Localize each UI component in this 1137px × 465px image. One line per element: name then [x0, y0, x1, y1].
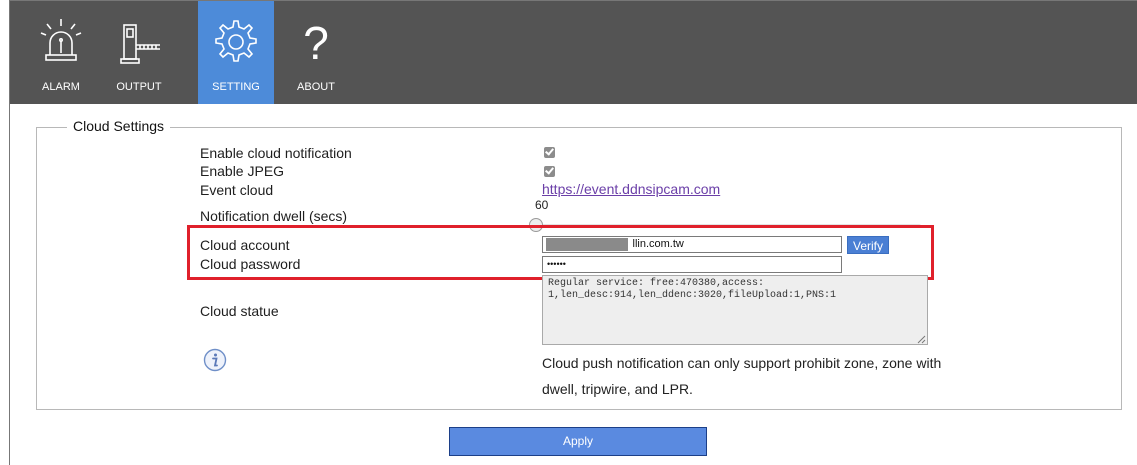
enable-cloud-notification-label: Enable cloud notification: [200, 145, 352, 161]
gear-icon: [215, 20, 257, 62]
enable-jpeg-label: Enable JPEG: [200, 163, 285, 179]
cloud-settings-legend: Cloud Settings: [67, 118, 171, 134]
alarm-siren-icon: [40, 19, 82, 61]
barrier-gate-icon: [120, 24, 160, 64]
info-icon: [203, 348, 227, 372]
nav-label-output: OUTPUT: [116, 81, 162, 93]
cloud-status-textarea[interactable]: Regular service: free:470380,access: 1,l…: [542, 275, 928, 345]
nav-label-alarm: ALARM: [42, 81, 80, 93]
nav-label-about: ABOUT: [297, 81, 335, 93]
nav-item-setting[interactable]: SETTING: [198, 1, 274, 104]
nav-item-alarm[interactable]: ALARM: [30, 1, 92, 104]
nav-item-output[interactable]: OUTPUT: [108, 1, 170, 104]
cloud-push-note-line1: Cloud push notification can only support…: [542, 355, 942, 371]
resize-handle-icon[interactable]: [917, 335, 926, 344]
event-cloud-label: Event cloud: [200, 182, 274, 198]
event-cloud-link[interactable]: https://event.ddnsipcam.com: [542, 181, 720, 197]
question-mark-icon: ?: [303, 17, 329, 69]
cloud-push-note-line2: dwell, tripwire, and LPR.: [542, 381, 693, 397]
enable-cloud-notification-checkbox[interactable]: [544, 147, 555, 158]
highlight-box: [187, 225, 934, 280]
enable-jpeg-checkbox[interactable]: [544, 166, 555, 177]
apply-button[interactable]: Apply: [449, 427, 707, 456]
top-nav: ALARM OUTPUT SETTING ? ABOUT: [10, 1, 1137, 104]
nav-item-about[interactable]: ? ABOUT: [285, 1, 347, 104]
nav-label-setting: SETTING: [212, 81, 260, 93]
cloud-status-label: Cloud statue: [200, 303, 279, 319]
notification-dwell-value: 60: [535, 198, 549, 212]
notification-dwell-label: Notification dwell (secs): [200, 208, 348, 224]
svg-text:?: ?: [303, 17, 329, 69]
